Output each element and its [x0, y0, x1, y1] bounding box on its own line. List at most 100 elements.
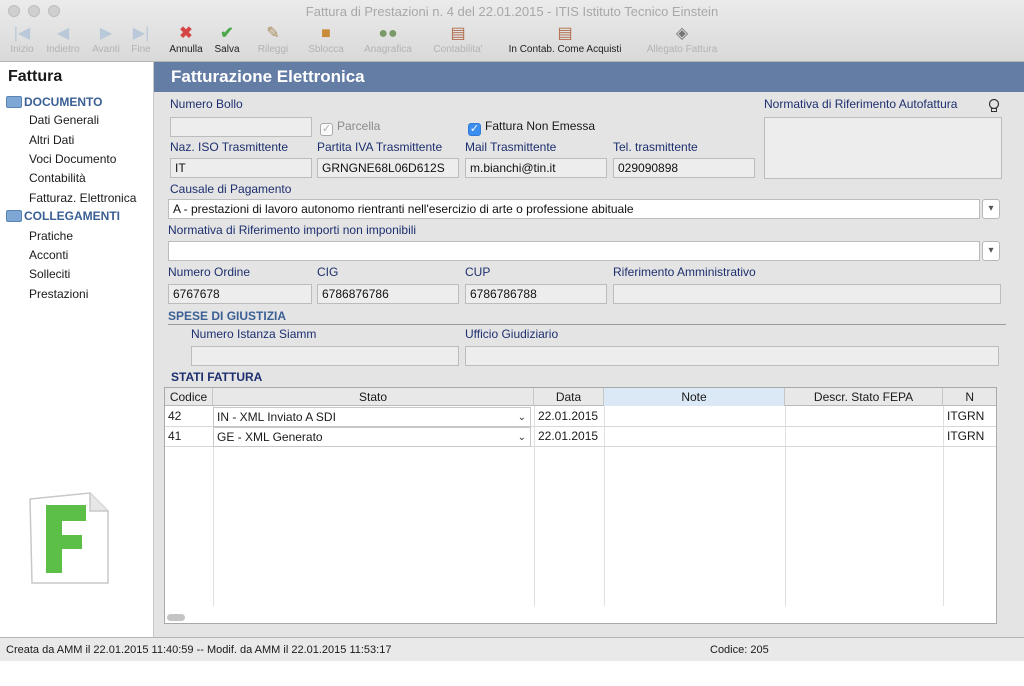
sidebar-item-prestazioni[interactable]: Prestazioni	[29, 286, 88, 302]
parcella-checkbox[interactable]: ✓ Parcella	[320, 119, 380, 136]
cell-stato-select[interactable]: GE - XML Generato ⌄	[213, 427, 531, 447]
mail-label: Mail Trasmittente	[465, 140, 557, 154]
toolbar-sblocca-button[interactable]: ■ Sblocca	[304, 24, 348, 58]
toolbar-allegato-fattura-button[interactable]: ◈ Allegato Fattura	[640, 24, 724, 58]
ufficio-field[interactable]	[465, 346, 999, 366]
toolbar-fine-button[interactable]: ▶| Fine	[127, 24, 155, 58]
first-record-icon: |◀	[13, 25, 31, 42]
divider	[168, 324, 1006, 325]
numero-istanza-field[interactable]	[191, 346, 459, 366]
sidebar-section-collegamenti[interactable]: COLLEGAMENTI	[6, 208, 120, 224]
sidebar-item-acconti[interactable]: Acconti	[29, 247, 68, 263]
sidebar-item-voci-documento[interactable]: Voci Documento	[29, 151, 116, 167]
column-header-n[interactable]: N	[943, 388, 996, 406]
sidebar-item-dati-generali[interactable]: Dati Generali	[29, 112, 99, 128]
toolbar-inizio-button[interactable]: |◀ Inizio	[6, 24, 38, 58]
sidebar-item-pratiche[interactable]: Pratiche	[29, 228, 73, 244]
tel-field[interactable]: 029090898	[613, 158, 755, 178]
padlock-icon: ■	[321, 25, 331, 42]
table-row[interactable]: 41 GE - XML Generato ⌄ 22.01.2015 ITGRN	[165, 427, 996, 447]
table-header: Codice Stato Data Note Descr. Stato FEPA…	[165, 388, 996, 406]
cig-field[interactable]: 6786876786	[317, 284, 459, 304]
tel-label: Tel. trasmittente	[613, 140, 698, 154]
toolbar-annulla-button[interactable]: ✖ Annulla	[166, 24, 206, 58]
partita-iva-label: Partita IVA Trasmittente	[317, 140, 443, 154]
numero-istanza-label: Numero Istanza Siamm	[191, 327, 317, 341]
cancel-x-icon: ✖	[179, 25, 193, 42]
cell-n: ITGRN	[947, 429, 985, 443]
table-row[interactable]: 42 IN - XML Inviato A SDI ⌄ 22.01.2015 IT…	[165, 407, 996, 427]
fattura-logo-icon	[29, 492, 109, 584]
cell-descr-fepa[interactable]	[786, 427, 943, 447]
cell-data: 22.01.2015	[538, 429, 599, 443]
numero-ordine-field[interactable]: 6767678	[168, 284, 312, 304]
toolbar-in-contab-acquisti-button[interactable]: ▤ In Contab. Come Acquisti	[500, 24, 630, 58]
sidebar-item-fatturaz-elettronica[interactable]: Fatturaz. Elettronica	[29, 190, 136, 206]
sidebar-item-altri-dati[interactable]: Altri Dati	[29, 132, 74, 148]
cup-label: CUP	[465, 265, 491, 279]
cell-note[interactable]	[605, 427, 785, 447]
page-title: Fatturazione Elettronica	[154, 62, 1024, 92]
next-record-icon: ▶	[99, 25, 113, 42]
ufficio-label: Ufficio Giudiziario	[465, 327, 559, 341]
rif-amministrativo-label: Riferimento Amministrativo	[613, 265, 756, 279]
column-header-descr-fepa[interactable]: Descr. Stato FEPA	[785, 388, 943, 406]
stati-fattura-title: STATI FATTURA	[171, 370, 263, 384]
folder-icon	[6, 96, 22, 108]
attachment-icon: ◈	[675, 25, 689, 42]
numero-bollo-field[interactable]	[170, 117, 312, 137]
column-header-stato[interactable]: Stato	[213, 388, 534, 406]
last-record-icon: ▶|	[132, 25, 150, 42]
window-bottom-edge	[0, 661, 1024, 686]
cup-field[interactable]: 6786786788	[465, 284, 607, 304]
chevron-down-icon[interactable]: ▾	[982, 241, 1000, 261]
sidebar-item-solleciti[interactable]: Solleciti	[29, 266, 70, 282]
normativa-autofattura-textarea[interactable]	[764, 117, 1002, 179]
naz-iso-field[interactable]: IT	[170, 158, 312, 178]
status-bar: Creata da AMM il 22.01.2015 11:40:59 -- …	[0, 637, 1024, 661]
main-panel: Fatturazione Elettronica Numero Bollo ✓ P…	[154, 62, 1024, 637]
numero-bollo-label: Numero Bollo	[170, 97, 243, 111]
fattura-non-emessa-checkbox[interactable]: ✓ Fattura Non Emessa	[468, 119, 595, 136]
normativa-importi-label: Normativa di Riferimento importi non imp…	[168, 223, 417, 237]
brush-icon: ✎	[266, 25, 280, 42]
normativa-importi-select[interactable]	[168, 241, 980, 261]
column-header-note[interactable]: Note	[604, 388, 785, 406]
toolbar-contabilita-button[interactable]: ▤ Contabilita'	[428, 24, 488, 58]
toolbar-anagrafica-button[interactable]: ●● Anagrafica	[360, 24, 416, 58]
sidebar-title: Fattura	[8, 68, 63, 85]
cell-descr-fepa[interactable]	[786, 407, 943, 427]
cell-stato-select[interactable]: IN - XML Inviato A SDI ⌄	[213, 407, 531, 427]
toolbar-rileggi-button[interactable]: ✎ Rileggi	[254, 24, 292, 58]
checkmark-icon: ✓	[468, 123, 481, 136]
numero-ordine-label: Numero Ordine	[168, 265, 251, 279]
column-header-codice[interactable]: Codice	[165, 388, 213, 406]
chevron-down-icon: ⌄	[517, 432, 526, 443]
rif-amministrativo-field[interactable]	[613, 284, 1001, 304]
partita-iva-field[interactable]: GRNGNE68L06D612S	[317, 158, 459, 178]
stati-fattura-table[interactable]: Codice Stato Data Note Descr. Stato FEPA…	[164, 387, 997, 624]
cell-codice: 42	[168, 409, 182, 423]
sidebar-item-contabilita[interactable]: Contabilità	[29, 170, 86, 186]
status-created-modified: Creata da AMM il 22.01.2015 11:40:59 -- …	[6, 644, 392, 656]
column-header-data[interactable]: Data	[534, 388, 604, 406]
cell-n: ITGRN	[947, 409, 985, 423]
mail-field[interactable]: m.bianchi@tin.it	[465, 158, 607, 178]
horizontal-scrollbar[interactable]	[167, 614, 185, 621]
lightbulb-icon[interactable]	[988, 98, 1000, 114]
save-checkmark-icon: ✔	[220, 25, 234, 42]
toolbar-salva-button[interactable]: ✔ Salva	[210, 24, 244, 58]
naz-iso-label: Naz. ISO Trasmittente	[170, 140, 289, 154]
window-titlebar: Fattura di Prestazioni n. 4 del 22.01.20…	[0, 0, 1024, 62]
people-icon: ●●	[378, 25, 398, 42]
status-codice: Codice: 205	[710, 644, 769, 656]
sidebar-section-documento[interactable]: DOCUMENTO	[6, 94, 102, 110]
cell-note[interactable]	[605, 407, 785, 427]
toolbar-indietro-button[interactable]: ◀ Indietro	[42, 24, 84, 58]
toolbar-avanti-button[interactable]: ▶ Avanti	[88, 24, 124, 58]
chevron-down-icon[interactable]: ▾	[982, 199, 1000, 219]
cell-codice: 41	[168, 429, 182, 443]
spese-section-title: SPESE DI GIUSTIZIA	[168, 309, 287, 323]
causale-select[interactable]: A - prestazioni di lavoro autonomo rient…	[168, 199, 980, 219]
cell-data: 22.01.2015	[538, 409, 599, 423]
